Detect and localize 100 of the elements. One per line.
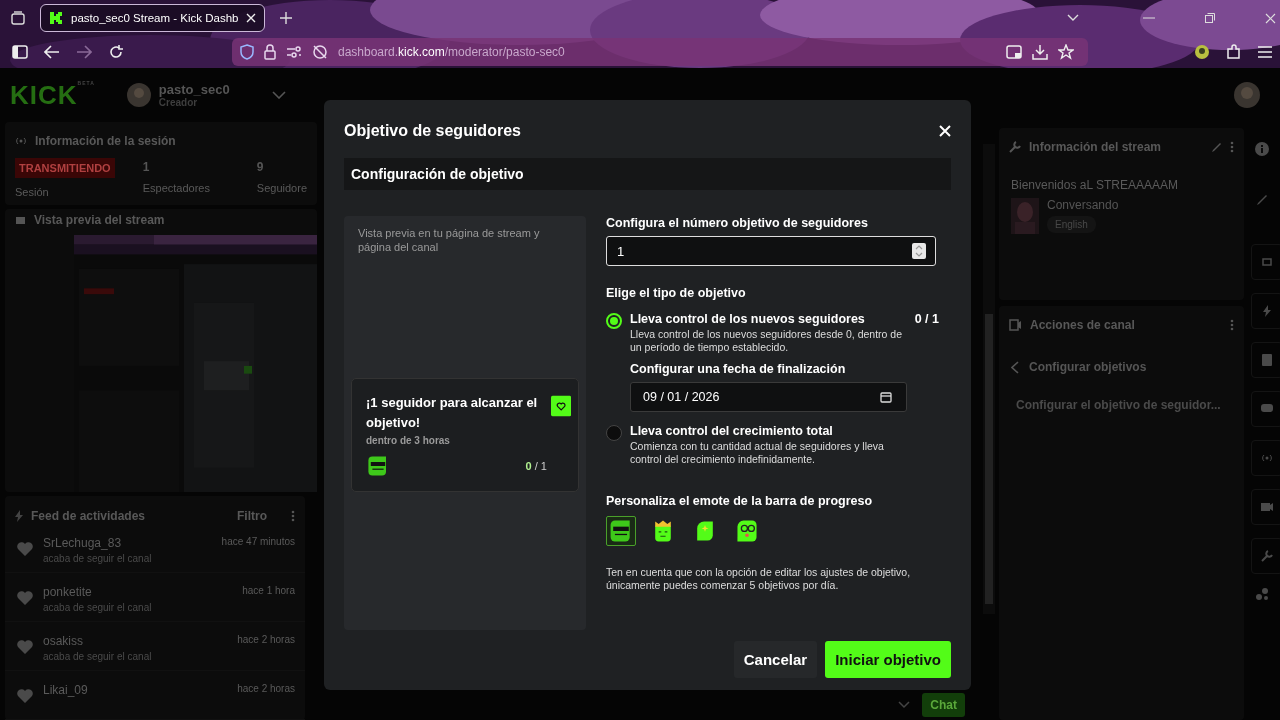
chat-bubble-icon xyxy=(1261,404,1273,414)
stat-label: Espectadores xyxy=(142,182,211,194)
stream-title: Bienvenidos aL STREAAAAAM xyxy=(1010,177,1179,192)
section-header: Configuración de objetivo xyxy=(344,158,951,190)
panel-title: Información del stream xyxy=(1029,140,1162,154)
heart-icon xyxy=(17,591,33,605)
option-title[interactable]: Lleva control de los nuevos seguidores xyxy=(630,312,865,326)
number-field[interactable]: 1 xyxy=(606,236,936,266)
document-button[interactable] xyxy=(1251,342,1280,378)
wrench-icon xyxy=(1261,550,1273,562)
bolt-icon xyxy=(1263,305,1271,317)
reload-icon[interactable] xyxy=(108,44,124,60)
stat-label: Seguidore xyxy=(256,182,307,194)
back-chevron-icon[interactable] xyxy=(1011,360,1019,374)
tracking-off-icon xyxy=(312,44,328,60)
extension-avatar-icon[interactable] xyxy=(1194,44,1210,60)
shield-icon xyxy=(240,44,254,60)
video-icon xyxy=(1260,501,1274,513)
bolt-button[interactable] xyxy=(1251,293,1280,329)
browser-tab[interactable]: pasto_sec0 Stream - Kick Dashb xyxy=(40,4,266,32)
lock-icon xyxy=(264,44,276,60)
emote-option[interactable] xyxy=(606,516,636,546)
tab-title: pasto_sec0 Stream - Kick Dashb xyxy=(71,12,239,24)
option-description: Comienza con tu cantidad actual de seguidores y lleva control del crecimiento indefinidamente. xyxy=(630,440,885,466)
date-field[interactable]: 09 / 01 / 2026 xyxy=(630,382,907,412)
chat-bubble-button[interactable] xyxy=(1251,391,1280,427)
option-count: 0 / 1 xyxy=(914,312,939,326)
pencil-icon[interactable] xyxy=(1256,194,1268,206)
stat-label: Sesión xyxy=(15,186,50,198)
user-role: Creador xyxy=(158,97,199,108)
heart-icon xyxy=(17,542,33,556)
follower-name: osakiss xyxy=(43,634,84,648)
follower-name: Likai_09 xyxy=(43,683,89,697)
activity-time: hace 2 horas xyxy=(237,634,295,645)
star-icon[interactable] xyxy=(1058,44,1074,60)
emote-icon xyxy=(734,518,760,544)
scrollbar[interactable] xyxy=(983,144,995,614)
calendar-icon[interactable] xyxy=(880,391,892,403)
address-bar[interactable]: dashboard.kick.com/moderator/pasto-sec0 xyxy=(232,38,1088,66)
puzzle-icon[interactable] xyxy=(1226,44,1242,60)
option-title[interactable]: Lleva control del crecimiento total xyxy=(630,424,833,438)
chat-button[interactable]: Chat xyxy=(922,693,965,717)
close-icon[interactable] xyxy=(246,13,257,23)
option-description: Lleva control de los nuevos seguidores desde 0, dentro de un período de tiempo establecido. xyxy=(630,328,903,354)
field-label: Elige el tipo de objetivo xyxy=(606,286,747,300)
more-icon[interactable] xyxy=(1230,319,1234,331)
cancel-button[interactable]: Cancelar xyxy=(733,641,818,678)
broadcast-icon xyxy=(1260,453,1274,463)
goal-time: dentro de 3 horas xyxy=(366,435,451,446)
dialog-title: Objetivo de seguidores xyxy=(344,122,521,140)
goal-headline: ¡1 seguidor para alcanzar el objetivo! xyxy=(366,394,539,432)
heart-icon xyxy=(17,640,33,654)
restore-icon[interactable] xyxy=(1205,13,1215,23)
field-label: Configurar una fecha de finalización xyxy=(630,362,847,376)
start-goal-button[interactable]: Iniciar objetivo xyxy=(825,641,951,678)
follower-name: SrLechuga_83 xyxy=(43,536,123,550)
username: pasto_sec0 xyxy=(158,82,230,97)
avatar-icon xyxy=(126,83,151,107)
download-icon[interactable] xyxy=(1032,44,1048,60)
sidebar-icon[interactable] xyxy=(12,45,28,59)
stat-value: 1 xyxy=(142,159,151,174)
wrench-button[interactable] xyxy=(1251,538,1280,574)
forward-icon[interactable] xyxy=(76,45,92,59)
new-tab-icon[interactable] xyxy=(279,11,294,25)
avatar-icon[interactable] xyxy=(1234,82,1260,108)
field-label: Configura el número objetivo de seguidores xyxy=(606,216,869,230)
spinner-icon[interactable] xyxy=(912,243,926,259)
k-logo-icon xyxy=(49,11,63,25)
field-label: Personaliza el emote de la barra de progreso xyxy=(606,494,874,508)
document-icon xyxy=(1262,354,1272,366)
stat-value: 9 xyxy=(256,159,265,174)
permissions-icon xyxy=(286,46,302,58)
activity-time: hace 47 minutos xyxy=(221,536,295,547)
tab-list-icon[interactable] xyxy=(10,10,26,26)
more-icon[interactable] xyxy=(291,510,295,522)
url-text: dashboard.kick.com/moderator/pasto-sec0 xyxy=(338,45,565,59)
info-icon[interactable] xyxy=(1255,142,1269,156)
bolt-icon xyxy=(15,510,23,522)
menu-icon[interactable] xyxy=(1258,46,1272,58)
activity-time: hace 2 horas xyxy=(237,683,295,694)
wrench-icon xyxy=(1009,141,1021,153)
picture-in-picture-icon[interactable] xyxy=(1006,45,1022,59)
panel-title: Información de la sesión xyxy=(35,134,176,148)
heart-icon xyxy=(17,689,33,703)
panel-title: Feed de actividades xyxy=(31,509,146,523)
more-icon[interactable] xyxy=(1230,141,1234,153)
note-text: Ten en cuenta que con la opción de editar los ajustes de objetivo, únicamente puedes comenzar 5 objetivos por día. xyxy=(606,566,912,592)
live-badge: TRANSMITIENDO xyxy=(15,158,115,178)
panel-title: Acciones de canal xyxy=(1030,318,1135,332)
video-button[interactable] xyxy=(1251,489,1280,525)
activity-time: hace 1 hora xyxy=(242,585,295,596)
preview-caption: Vista previa en tu página de stream y página del canal xyxy=(357,226,541,254)
video-icon xyxy=(1009,319,1022,331)
follower-name: ponketite xyxy=(43,585,93,599)
pencil-icon[interactable] xyxy=(1211,141,1222,153)
radio-button[interactable] xyxy=(606,425,622,441)
back-icon[interactable] xyxy=(44,45,60,59)
broadcast-icon xyxy=(15,136,27,146)
panel-title: Vista previa del stream xyxy=(34,213,165,227)
dots-icon[interactable] xyxy=(1255,587,1269,601)
